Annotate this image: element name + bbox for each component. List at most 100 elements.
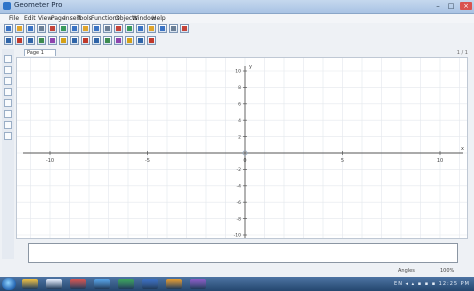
menu-edit[interactable]: Edit	[24, 15, 36, 22]
paint-icon[interactable]	[70, 279, 86, 289]
email-icon[interactable]	[166, 279, 182, 289]
pen-tool-icon[interactable]	[4, 66, 12, 74]
arc-tool-icon	[72, 38, 77, 43]
angle-tool-button[interactable]	[103, 36, 112, 45]
menu-tools[interactable]: Tools	[77, 15, 92, 22]
function-tool-icon	[83, 38, 88, 43]
x-tick-label: 10	[437, 158, 443, 164]
y-axis-label: y	[249, 64, 252, 70]
media-player-icon[interactable]	[46, 279, 62, 289]
x-tick-label: -10	[46, 158, 54, 164]
redo-icon	[94, 26, 99, 31]
y-tick-label: 10	[235, 69, 241, 75]
hand-tool-icon[interactable]	[4, 121, 12, 129]
text-button[interactable]	[136, 24, 145, 33]
copy-button[interactable]	[59, 24, 68, 33]
browser-icon[interactable]	[94, 279, 110, 289]
link-button[interactable]	[158, 24, 167, 33]
settings-tool-icon[interactable]	[4, 132, 12, 140]
transform-tool-button[interactable]	[125, 36, 134, 45]
x-tick-label: -5	[145, 158, 150, 164]
minimize-button[interactable]: –	[432, 2, 444, 10]
zoom-in-button[interactable]	[103, 24, 112, 33]
angle-tool-icon	[105, 38, 110, 43]
x-tick-label: 0	[243, 158, 246, 164]
graph-canvas[interactable]: -10 -5 0 5 10 10 8 6 4 2 -2 -4 -6 -8 -10 x y	[16, 57, 468, 239]
geometer-icon[interactable]	[190, 279, 206, 289]
segment-tool-button[interactable]	[15, 36, 24, 45]
new-button[interactable]	[4, 24, 13, 33]
y-tick-label: -10	[234, 233, 241, 239]
cut-button[interactable]	[48, 24, 57, 33]
redo-button[interactable]	[92, 24, 101, 33]
highlighter-tool-icon[interactable]	[4, 77, 12, 85]
open-button[interactable]	[15, 24, 24, 33]
link-icon	[160, 26, 165, 31]
help-button[interactable]	[180, 24, 189, 33]
undo-button[interactable]	[81, 24, 90, 33]
eraser-tool-icon[interactable]	[4, 88, 12, 96]
close-button[interactable]: ×	[460, 2, 472, 10]
grid-tool-button[interactable]	[147, 36, 156, 45]
table-button[interactable]	[125, 24, 134, 33]
zoom-out-icon	[116, 26, 121, 31]
menu-file[interactable]: File	[9, 15, 19, 22]
word-icon[interactable]	[142, 279, 158, 289]
select-tool-icon[interactable]	[4, 55, 12, 63]
input-field[interactable]	[28, 243, 458, 263]
left-tool-panel	[2, 49, 14, 259]
y-tick-label: -2	[237, 167, 242, 173]
image-button[interactable]	[147, 24, 156, 33]
tab-page-1[interactable]: Page 1	[24, 49, 56, 56]
application-window: Geometer Pro – □ × File Edit View Page Inser…	[0, 0, 474, 291]
image-icon	[149, 26, 154, 31]
y-tick-label: 6	[238, 102, 241, 108]
measure-tool-icon	[116, 38, 121, 43]
x-tick-label: 5	[341, 158, 344, 164]
spreadsheet-icon[interactable]	[118, 279, 134, 289]
app-icon	[3, 2, 11, 10]
x-axis-label: x	[461, 146, 464, 152]
magnify-tool-icon[interactable]	[4, 110, 12, 118]
table-icon	[127, 26, 132, 31]
print-button[interactable]	[37, 24, 46, 33]
zoom-tool-icon[interactable]	[4, 99, 12, 107]
save-button[interactable]	[26, 24, 35, 33]
ray-tool-button[interactable]	[37, 36, 46, 45]
y-tick-label: 4	[238, 118, 241, 124]
grid-tool-icon	[149, 38, 154, 43]
paste-button[interactable]	[70, 24, 79, 33]
function-tool-button[interactable]	[81, 36, 90, 45]
measure-tool-button[interactable]	[114, 36, 123, 45]
open-icon	[17, 26, 22, 31]
y-tick-label: 2	[238, 134, 241, 140]
graph-tool-button[interactable]	[92, 36, 101, 45]
line-button[interactable]	[169, 24, 178, 33]
paste-icon	[72, 26, 77, 31]
label-tool-icon	[138, 38, 143, 43]
zoom-in-icon	[105, 26, 110, 31]
y-tick-label: -6	[237, 200, 242, 206]
line-icon	[171, 26, 176, 31]
circle-tool-button[interactable]	[48, 36, 57, 45]
status-mode: Angles	[398, 268, 415, 274]
zoom-out-button[interactable]	[114, 24, 123, 33]
undo-icon	[83, 26, 88, 31]
coordinate-grid[interactable]: -10 -5 0 5 10 10 8 6 4 2 -2 -4 -6 -8 -10 x y	[17, 58, 468, 239]
point-tool-icon	[6, 38, 11, 43]
status-bar: Angles 100%	[0, 266, 474, 277]
explorer-icon[interactable]	[22, 279, 38, 289]
arc-tool-button[interactable]	[70, 36, 79, 45]
save-icon	[28, 26, 33, 31]
menu-help[interactable]: Help	[152, 15, 166, 22]
polygon-tool-button[interactable]	[59, 36, 68, 45]
start-button[interactable]	[2, 278, 16, 290]
line-tool-button[interactable]	[26, 36, 35, 45]
new-icon	[6, 26, 11, 31]
label-tool-button[interactable]	[136, 36, 145, 45]
ray-tool-icon	[39, 38, 44, 43]
point-tool-button[interactable]	[4, 36, 13, 45]
menu-bar: File Edit View Page Insert Tools Functions Obje…	[0, 14, 474, 23]
system-tray: EN ◂ ▴ ▪ ▪ ▪ 12:25 PM	[394, 281, 470, 287]
maximize-button[interactable]: □	[445, 2, 457, 10]
